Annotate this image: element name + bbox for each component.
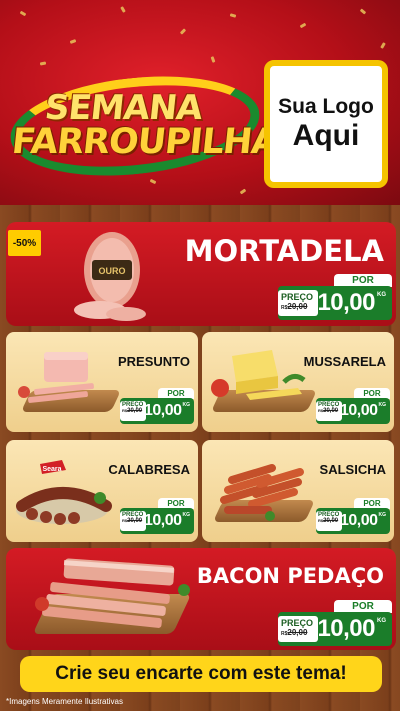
old-price-box: PREÇO R$20,00 — [316, 401, 342, 421]
brand-label: OURO — [99, 266, 126, 276]
mussarela-image — [211, 350, 306, 400]
price-value: 10,00 — [317, 615, 375, 642]
confetti-decoration — [39, 61, 47, 66]
unit: KG — [378, 402, 387, 408]
cta-banner[interactable]: Crie seu encarte com este tema! — [20, 656, 382, 692]
confetti-decoration — [120, 6, 126, 13]
logo-text-line-2: Aqui — [292, 119, 360, 152]
confetti-decoration — [179, 28, 187, 35]
logo-text-line-1: Sua Logo — [278, 95, 374, 118]
confetti-decoration — [149, 178, 157, 185]
confetti-decoration — [210, 56, 216, 63]
product-name: BACON PEDAÇO — [196, 564, 384, 588]
featured-product-card[interactable]: OURO MORTADELA POR R$ 10,00 KG PREÇO R$2… — [6, 222, 396, 326]
price-tag: POR R$ 10,00 KG PREÇO R$20,00 — [278, 274, 392, 322]
price-tag: POR R$ 10,00 KG PREÇO R$20,00 — [120, 498, 194, 538]
mortadela-image: OURO — [74, 232, 146, 321]
presunto-image — [18, 352, 94, 403]
product-card-calabresa[interactable]: Seara CALABRESA POR R$ 10,00 KG PREÇO R$… — [6, 440, 198, 542]
salsicha-image — [220, 464, 304, 521]
price-value: 10,00 — [317, 289, 375, 316]
old-price: 20,00 — [127, 518, 143, 524]
product-name: MORTADELA — [184, 234, 384, 268]
unit: KG — [377, 618, 386, 624]
product-card-bacon[interactable]: BACON PEDAÇO POR R$ 10,00 KG PREÇO R$20,… — [6, 548, 396, 650]
confetti-decoration — [239, 188, 247, 195]
unit: KG — [182, 402, 191, 408]
price-tag: POR R$ 10,00 KG PREÇO R$20,00 — [120, 388, 194, 428]
price-value: 10,00 — [143, 512, 182, 529]
price-value: 10,00 — [143, 402, 182, 419]
confetti-decoration — [69, 39, 77, 44]
product-card-mussarela[interactable]: MUSSARELA POR R$ 10,00 KG PREÇO R$20,00 — [202, 332, 394, 432]
bacon-image — [35, 558, 190, 628]
product-name: CALABRESA — [108, 462, 190, 477]
unit: KG — [377, 292, 386, 298]
product-name: SALSICHA — [319, 462, 386, 477]
preco-label: PREÇO — [281, 292, 314, 302]
old-price-box: PREÇO R$20,00 — [278, 616, 318, 642]
old-price: 20,00 — [127, 408, 143, 414]
disclaimer-text: *Imagens Meramente Ilustrativas — [6, 697, 123, 706]
old-price-box: PREÇO R$20,00 — [316, 511, 342, 531]
product-card-presunto[interactable]: PRESUNTO POR R$ 10,00 KG PREÇO R$20,00 — [6, 332, 198, 432]
old-price-box: PREÇO R$20,00 — [278, 290, 318, 316]
confetti-decoration — [380, 42, 386, 49]
old-price: 20,00 — [287, 302, 308, 311]
confetti-decoration — [299, 22, 307, 29]
calabresa-image: Seara — [16, 460, 112, 525]
confetti-decoration — [359, 8, 367, 15]
old-price: 20,00 — [287, 628, 308, 637]
discount-badge: -50% — [8, 230, 41, 256]
unit: KG — [378, 512, 387, 518]
price-tag: POR R$ 10,00 KG PREÇO R$20,00 — [316, 498, 390, 538]
logo-placeholder[interactable]: Sua Logo Aqui — [264, 60, 388, 188]
price-tag: POR R$ 10,00 KG PREÇO R$20,00 — [316, 388, 390, 428]
price-tag: POR R$ 10,00 KG PREÇO R$20,00 — [278, 600, 392, 646]
old-price: 20,00 — [323, 408, 339, 414]
preco-label: PREÇO — [281, 618, 314, 628]
header-banner: SEMANA FARROUPILHA Sua Logo Aqui — [0, 0, 400, 205]
confetti-decoration — [19, 10, 27, 17]
product-card-salsicha[interactable]: SALSICHA POR R$ 10,00 KG PREÇO R$20,00 — [202, 440, 394, 542]
old-price: 20,00 — [323, 518, 339, 524]
unit: KG — [182, 512, 191, 518]
seara-brand: Seara — [42, 466, 61, 473]
confetti-decoration — [229, 13, 237, 18]
old-price-box: PREÇO R$20,00 — [120, 401, 146, 421]
title-line-2: FARROUPILHA — [9, 122, 280, 162]
product-name: MUSSARELA — [303, 354, 386, 369]
old-price-box: PREÇO R$20,00 — [120, 511, 146, 531]
price-value: 10,00 — [339, 402, 378, 419]
price-value: 10,00 — [339, 512, 378, 529]
product-name: PRESUNTO — [118, 354, 190, 369]
